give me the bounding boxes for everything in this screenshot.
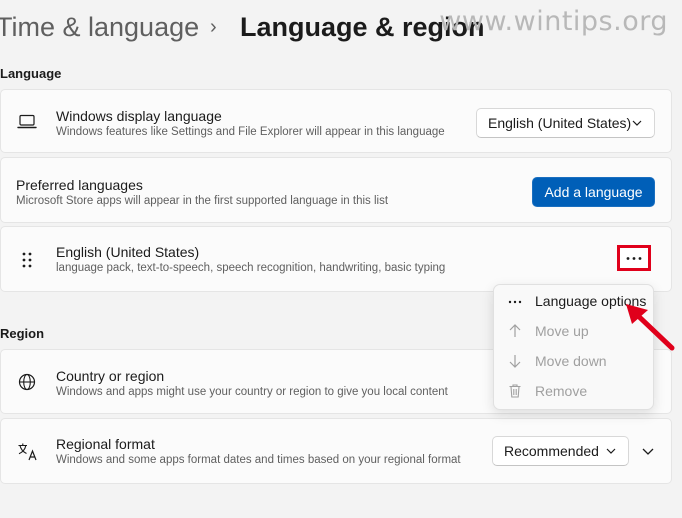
chevron-down-icon — [632, 120, 642, 126]
chevron-down-icon — [606, 448, 616, 454]
display-language-value: English (United States) — [488, 115, 632, 131]
display-language-subtitle: Windows features like Settings and File … — [56, 126, 445, 138]
menu-item-remove: Remove — [494, 376, 655, 406]
display-language-dropdown[interactable]: English (United States) — [476, 108, 655, 138]
menu-item-label: Move up — [535, 323, 589, 339]
more-options-button[interactable] — [617, 245, 651, 271]
display-language-title: Windows display language — [56, 108, 222, 124]
display-language-card: Windows display language Windows feature… — [0, 89, 672, 153]
trash-icon — [509, 384, 521, 398]
language-item-english: English (United States) language pack, t… — [0, 226, 672, 292]
regional-format-title: Regional format — [56, 436, 155, 452]
language-item-subtitle: language pack, text-to-speech, speech re… — [56, 262, 446, 274]
preferred-languages-title: Preferred languages — [16, 177, 143, 193]
breadcrumb-parent[interactable]: Time & language — [0, 12, 199, 43]
region-section-heading: Region — [0, 326, 45, 341]
laptop-icon — [17, 114, 37, 129]
arrow-down-icon — [509, 355, 521, 368]
breadcrumb-separator: › — [210, 16, 217, 38]
menu-item-label: Remove — [535, 383, 588, 399]
regional-format-dropdown[interactable]: Recommended — [492, 436, 629, 466]
annotation-arrow — [626, 304, 675, 351]
preferred-languages-card: Preferred languages Microsoft Store apps… — [0, 157, 672, 223]
language-format-icon — [18, 443, 37, 461]
regional-format-value: Recommended — [504, 443, 599, 459]
add-language-button[interactable]: Add a language — [532, 177, 655, 207]
country-region-title: Country or region — [56, 368, 165, 384]
menu-item-label: Move down — [535, 353, 607, 369]
language-section-heading: Language — [0, 66, 62, 81]
watermark: www.wintips.org — [439, 6, 668, 37]
country-region-subtitle: Windows and apps might use your country … — [56, 386, 448, 398]
globe-icon — [18, 373, 36, 391]
regional-format-card[interactable]: Regional format Windows and some apps fo… — [0, 418, 672, 484]
more-dots-icon — [626, 256, 642, 260]
preferred-languages-subtitle: Microsoft Store apps will appear in the … — [16, 195, 389, 207]
expand-chevron-icon[interactable] — [642, 447, 654, 456]
more-dots-icon — [508, 300, 522, 304]
language-item-title: English (United States) — [56, 244, 200, 260]
arrow-up-icon — [509, 324, 521, 337]
drag-handle-icon[interactable] — [21, 251, 33, 269]
regional-format-subtitle: Windows and some apps format dates and t… — [56, 454, 461, 466]
